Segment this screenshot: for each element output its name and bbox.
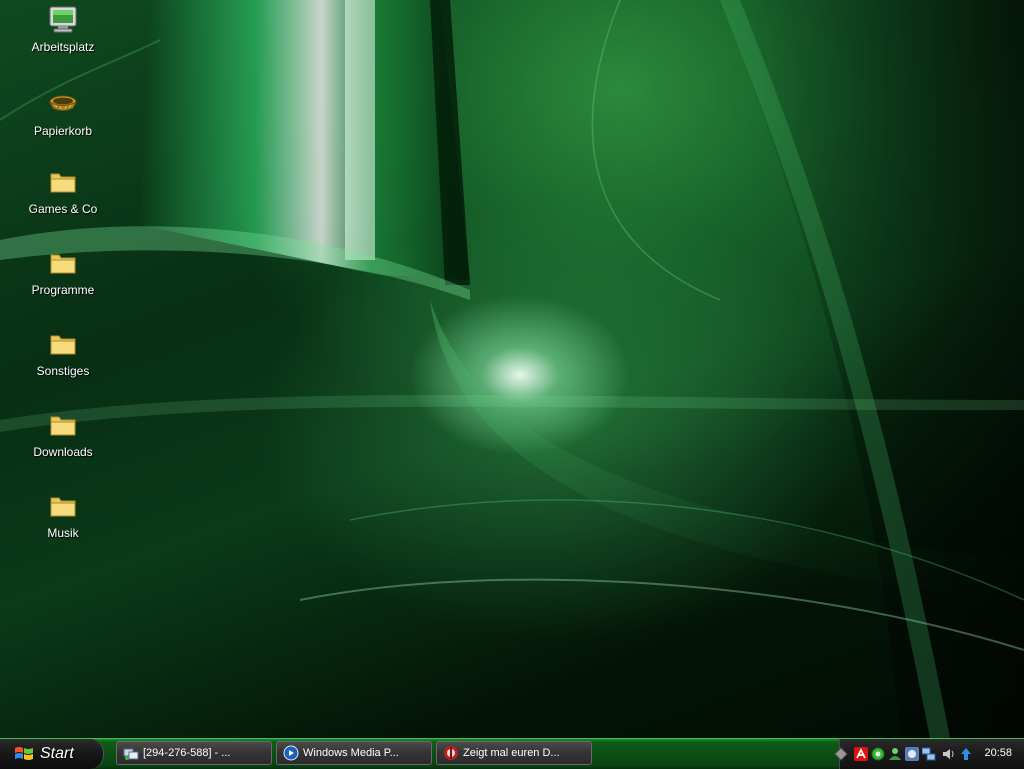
folder-icon [50, 254, 76, 274]
folder-icon [50, 173, 76, 193]
desktop-icon-label: Downloads [33, 445, 93, 459]
recycle-bin-icon [48, 95, 78, 111]
taskbar-button-browser[interactable]: Zeigt mal euren D... [436, 741, 592, 765]
network-app-icon [123, 748, 139, 760]
taskbar-button-label: Windows Media P... [303, 747, 399, 759]
desktop-icon-label: Papierkorb [33, 124, 93, 138]
green-gear-icon[interactable] [871, 747, 885, 761]
desktop-icon-arbeitsplatz[interactable]: Arbeitsplatz [18, 4, 108, 54]
shield-icon[interactable] [905, 747, 919, 761]
update-arrow-icon[interactable] [959, 747, 973, 761]
taskbar-button-label: [294-276-588] - ... [143, 747, 231, 759]
windows-logo-icon [15, 747, 33, 760]
taskbar-clock[interactable]: 20:58 [984, 747, 1012, 759]
desktop-icon-label: Programme [31, 283, 95, 297]
speaker-icon[interactable] [942, 747, 956, 761]
desktop-wallpaper [0, 0, 1024, 738]
folder-icon [50, 497, 76, 517]
folder-icon [50, 416, 76, 436]
desktop-icon-games-co[interactable]: Games & Co [18, 166, 108, 216]
wallpaper-art [0, 0, 1024, 738]
desktop-icon-label: Arbeitsplatz [31, 40, 95, 54]
desktop-icon-papierkorb[interactable]: Papierkorb [18, 88, 108, 138]
browser-icon [444, 746, 458, 760]
desktop-icon-programme[interactable]: Programme [18, 247, 108, 297]
desktop-icon-label: Games & Co [28, 202, 98, 216]
start-label: Start [40, 745, 74, 762]
network-icon[interactable] [922, 747, 936, 761]
desktop-icon-label: Sonstiges [36, 364, 90, 378]
desktop-icon-musik[interactable]: Musik [18, 490, 108, 540]
desktop-icon-downloads[interactable]: Downloads [18, 409, 108, 459]
antivirus-icon[interactable] [854, 747, 868, 761]
user-icon[interactable] [888, 747, 902, 761]
media-player-icon [283, 745, 299, 761]
system-tray: 20:58 [834, 739, 1024, 769]
show-hidden-icon[interactable] [834, 747, 848, 761]
desktop-icon-label: Musik [47, 526, 79, 540]
taskbar: Start [294-276-588] - ... Windows Media … [0, 738, 1024, 769]
start-button[interactable]: Start [0, 739, 104, 769]
taskbar-button-media-player[interactable]: Windows Media P... [276, 741, 432, 765]
taskbar-button-label: Zeigt mal euren D... [463, 747, 560, 759]
taskbar-button-remote-session[interactable]: [294-276-588] - ... [116, 741, 272, 765]
folder-icon [50, 335, 76, 355]
my-computer-icon [49, 6, 77, 33]
desktop-icon-sonstiges[interactable]: Sonstiges [18, 328, 108, 378]
